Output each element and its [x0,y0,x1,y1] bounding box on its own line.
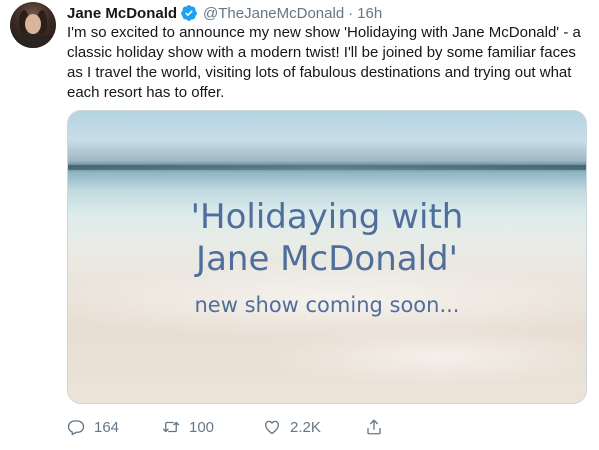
media-foam [268,326,586,386]
tweet-actions: 164 100 2.2K [67,416,397,438]
tweet-text: I'm so excited to announce my new show '… [67,24,581,101]
retweet-button[interactable]: 100 [162,416,214,438]
reply-count: 164 [94,418,120,436]
reply-icon [67,420,85,436]
media-image[interactable]: 'Holidaying with Jane McDonald' new show… [67,110,587,404]
heart-icon [264,420,280,435]
like-button[interactable]: 2.2K [263,416,321,438]
retweet-count: 100 [189,418,215,436]
author-name[interactable]: Jane McDonald [67,5,177,22]
reply-button[interactable]: 164 [67,416,119,438]
tweet-header: Jane McDonald @TheJaneMcDonald · 16h [67,3,382,23]
avatar-face [25,14,41,34]
tweet-timestamp[interactable]: 16h [357,5,382,22]
retweet-icon [162,421,180,433]
separator-dot: · [348,4,354,22]
author-handle[interactable]: @TheJaneMcDonald [203,5,344,22]
media-title-line-1: 'Holidaying with [190,197,464,237]
media-subtitle: new show coming soon... [194,293,460,317]
share-icon [367,419,381,435]
tweet-card[interactable]: Jane McDonald @TheJaneMcDonald · 16h I'm… [0,0,599,450]
avatar[interactable] [10,2,56,48]
share-button[interactable] [365,416,383,438]
media-title-line-2: Jane McDonald' [196,239,458,279]
media-horizon [68,165,586,170]
like-count: 2.2K [290,418,321,436]
avatar-shoulders [16,34,50,48]
verified-badge-icon [181,5,197,21]
